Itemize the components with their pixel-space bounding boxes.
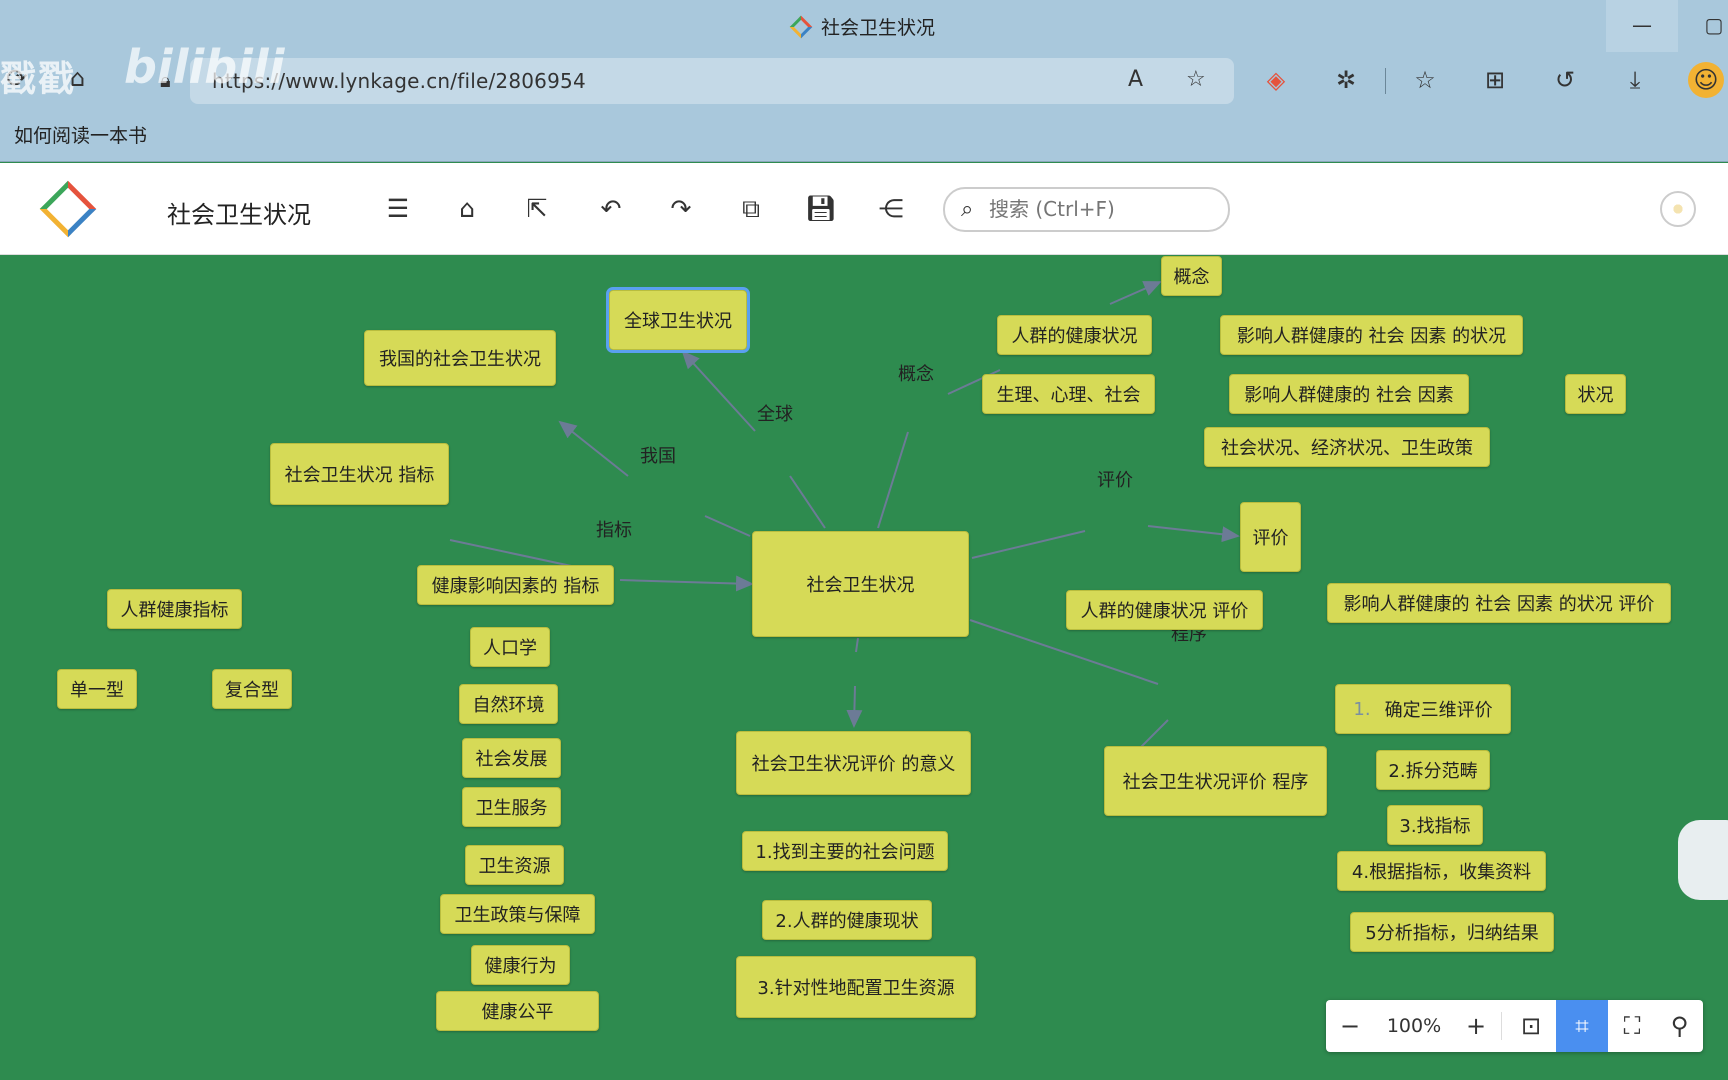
download-icon[interactable]: ⤓ [1617, 62, 1653, 98]
search-box[interactable]: ⌕ [943, 187, 1230, 232]
node-factors-status-eval[interactable]: 影响人群健康的 社会 因素 的状况 评价 [1327, 583, 1671, 623]
node-factors[interactable]: 影响人群健康的 社会 因素 [1229, 374, 1469, 414]
node-compound-type[interactable]: 复合型 [212, 669, 292, 709]
zoom-control: − 100% + ⊡ ⌗ ⛶ ⚲ [1326, 1000, 1703, 1052]
bookmarks-bar: 如何阅读一本书 [0, 108, 1728, 162]
node-single-type[interactable]: 单一型 [57, 669, 137, 709]
node-physio-psych-social[interactable]: 生理、心理、社会 [982, 374, 1155, 414]
toolbar-divider [1385, 68, 1386, 94]
node-health-equity[interactable]: 健康公平 [436, 991, 599, 1031]
undo-icon[interactable]: ↶ [593, 191, 629, 227]
node-social-development[interactable]: 社会发展 [462, 738, 561, 778]
edge-label-china: 我国 [640, 446, 676, 467]
save-icon[interactable]: 💾︎ [803, 191, 839, 227]
profile-avatar-icon[interactable]: ☺ [1688, 62, 1724, 98]
node-proc-2[interactable]: 2.拆分范畴 [1376, 750, 1490, 790]
node-influence-indicators[interactable]: 健康影响因素的 指标 [417, 565, 614, 605]
extension-logo-icon[interactable]: ◈ [1258, 62, 1294, 98]
mindmap-root-node[interactable]: 社会卫生状况 [752, 531, 969, 637]
node-proc-1[interactable]: 1. 确定三维评价 [1335, 684, 1511, 734]
collections-icon[interactable]: ⊞ [1477, 62, 1513, 98]
node-status[interactable]: 状况 [1565, 374, 1626, 414]
edge-label-concept: 概念 [898, 364, 934, 385]
home-icon[interactable]: ⌂ [449, 191, 485, 227]
node-health-service[interactable]: 卫生服务 [462, 787, 561, 827]
fit-center-icon[interactable]: ⊡ [1506, 1000, 1556, 1052]
search-input[interactable] [989, 197, 1219, 221]
extensions-icon[interactable]: ✲ [1328, 62, 1364, 98]
edge-label-evaluate: 评价 [1097, 470, 1133, 491]
window-title: 社会卫生状况 [0, 13, 1728, 40]
app-favicon-icon [789, 15, 813, 39]
node-meaning-3[interactable]: 3.针对性地配置卫生资源 [736, 956, 976, 1018]
node-global-status[interactable]: 全球卫生状况 [606, 287, 750, 353]
node-indicators-title[interactable]: 社会卫生状况 指标 [270, 443, 449, 505]
add-favorite-icon[interactable]: ☆ [1186, 67, 1206, 92]
zoom-divider [1501, 1012, 1502, 1040]
export-icon[interactable]: ⇱ [519, 191, 555, 227]
node-health-behavior[interactable]: 健康行为 [471, 945, 570, 985]
address-bar[interactable]: https://www.lynkage.cn/file/2806954 A ☆ [190, 58, 1234, 104]
node-china-status[interactable]: 我国的社会卫生状况 [364, 330, 556, 386]
node-meaning-title[interactable]: 社会卫生状况评价 的意义 [736, 731, 971, 795]
maximize-button[interactable]: ▢ [1678, 0, 1728, 52]
node-proc-4[interactable]: 4.根据指标，收集资料 [1337, 851, 1546, 891]
floating-video-widget[interactable] [1678, 820, 1728, 900]
history-icon[interactable]: ↺ [1547, 62, 1583, 98]
read-aloud-icon[interactable]: A [1128, 67, 1143, 92]
user-avatar[interactable] [1660, 191, 1696, 227]
app-logo-icon[interactable] [39, 180, 97, 238]
node-factors-status[interactable]: 影响人群健康的 社会 因素 的状况 [1220, 315, 1523, 355]
watermark-text: 戳戳 [0, 59, 77, 100]
zoom-in-button[interactable]: + [1454, 1000, 1498, 1052]
bilibili-watermark-logo: bilibili [124, 40, 285, 94]
proc-1-number: 1. [1353, 698, 1371, 720]
node-proc-5[interactable]: 5分析指标，归纳结果 [1350, 912, 1554, 952]
zoom-level[interactable]: 100% [1374, 1000, 1454, 1052]
proc-1-text: 确定三维评价 [1384, 700, 1493, 721]
share-icon[interactable]: ⋲ [873, 191, 909, 227]
node-population-health-eval[interactable]: 人群的健康状况 评价 [1066, 590, 1263, 630]
copy-icon[interactable]: ⧉ [733, 191, 769, 227]
edge-label-indicator: 指标 [596, 520, 632, 541]
locate-icon[interactable]: ⚲ [1656, 1000, 1703, 1052]
zoom-out-button[interactable]: − [1326, 1000, 1374, 1052]
app-toolbar: 社会卫生状况 ☰ ⌂ ⇱ ↶ ↷ ⧉ 💾︎ ⋲ ⌕ [0, 163, 1728, 255]
node-natural-environment[interactable]: 自然环境 [459, 684, 558, 724]
node-population-health-status[interactable]: 人群的健康状况 [997, 315, 1152, 355]
node-health-policy[interactable]: 卫生政策与保障 [440, 894, 595, 934]
document-title[interactable]: 社会卫生状况 [167, 195, 311, 230]
mindmap-canvas[interactable]: 全球 我国 概念 评价 指标 意义 程序 社会卫生状况 全球卫生状况 我国的社会… [0, 256, 1728, 1080]
node-population-health-indicators[interactable]: 人群健康指标 [107, 589, 242, 629]
crop-frame-icon[interactable]: ⌗ [1556, 1000, 1608, 1052]
node-proc-3[interactable]: 3.找指标 [1387, 805, 1483, 845]
node-health-resource[interactable]: 卫生资源 [465, 845, 564, 885]
redo-icon[interactable]: ↷ [663, 191, 699, 227]
node-concept[interactable]: 概念 [1161, 256, 1222, 296]
window-title-text: 社会卫生状况 [820, 17, 935, 39]
outline-icon[interactable]: ☰ [380, 191, 416, 227]
minimize-button[interactable]: — [1606, 0, 1678, 52]
favorites-icon[interactable]: ☆ [1407, 62, 1443, 98]
bookmark-item[interactable]: 如何阅读一本书 [14, 121, 147, 148]
node-demography[interactable]: 人口学 [470, 627, 550, 667]
fullscreen-icon[interactable]: ⛶ [1608, 1000, 1656, 1052]
search-icon: ⌕ [961, 197, 974, 222]
node-procedure-title[interactable]: 社会卫生状况评价 程序 [1104, 746, 1327, 816]
node-meaning-2[interactable]: 2.人群的健康现状 [762, 900, 932, 940]
edge-label-global: 全球 [757, 404, 793, 425]
node-social-econ-policy[interactable]: 社会状况、经济状况、卫生政策 [1204, 427, 1490, 467]
node-evaluation[interactable]: 评价 [1240, 502, 1301, 572]
node-meaning-1[interactable]: 1.找到主要的社会问题 [742, 831, 948, 871]
